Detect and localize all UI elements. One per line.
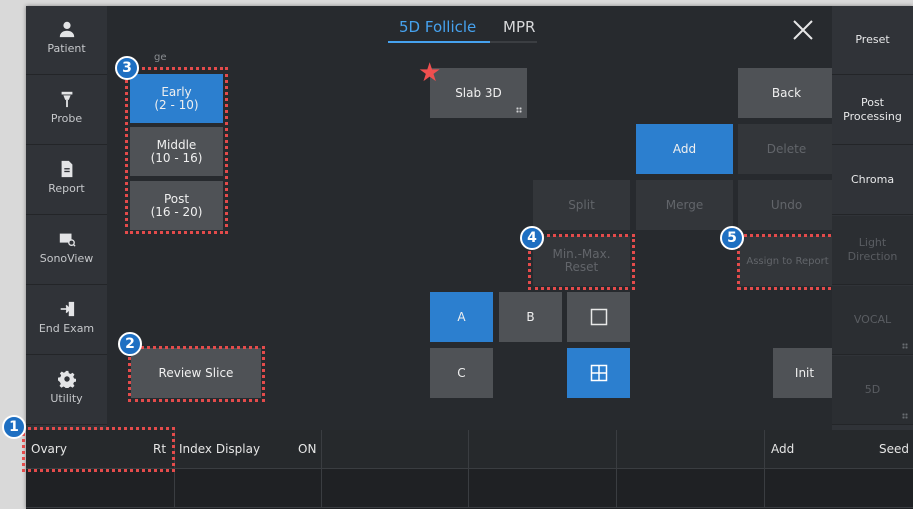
callout-badge-2: 2 (118, 332, 142, 356)
add-button[interactable]: Add (636, 124, 733, 174)
review-slice-button[interactable]: Review Slice (131, 348, 261, 398)
5d-button[interactable]: 5D (832, 356, 913, 425)
sidebar-item-end-exam[interactable]: End Exam (26, 286, 107, 355)
grip-icon (902, 343, 908, 349)
empty-cell (617, 430, 765, 469)
index-display-label: Index Display (179, 442, 261, 456)
tab-underline (388, 41, 537, 43)
empty-cell (175, 469, 322, 508)
min-max-reset-button[interactable]: Min.-Max. Reset (533, 236, 630, 286)
assign-to-report-button[interactable]: Assign to Report (739, 236, 836, 286)
post-processing-button[interactable]: Post Processing (832, 76, 913, 145)
empty-cell (617, 469, 765, 508)
view-c-button[interactable]: C (430, 348, 493, 398)
chroma-button[interactable]: Chroma (832, 146, 913, 215)
left-sidebar: Patient Probe Report SonoView End Exam U… (26, 6, 107, 430)
person-icon (58, 20, 76, 38)
delete-button[interactable]: Delete (738, 124, 835, 174)
star-icon: ★ (418, 58, 442, 88)
slab-3d-button[interactable]: Slab 3D (430, 68, 527, 118)
square-icon (590, 308, 607, 326)
sidebar-item-label: Report (48, 182, 85, 195)
grip-icon (516, 107, 522, 113)
sidebar-item-sonoview[interactable]: SonoView (26, 216, 107, 285)
empty-cell (322, 430, 469, 469)
split-button[interactable]: Split (533, 180, 630, 230)
callout-badge-5: 5 (720, 226, 744, 250)
empty-cell (469, 469, 617, 508)
empty-cell (322, 469, 469, 508)
stage-post-button[interactable]: Post (16 - 20) (130, 181, 223, 230)
tab-mpr[interactable]: MPR (503, 18, 535, 36)
ovary-value: Rt (153, 442, 167, 456)
sidebar-item-label: Probe (50, 112, 83, 125)
ovary-cell[interactable]: Ovary Rt (26, 430, 175, 469)
back-button[interactable]: Back (738, 68, 835, 118)
gear-icon (57, 370, 76, 390)
close-button[interactable] (791, 18, 815, 42)
seed-label: Seed (879, 442, 909, 456)
vocal-button[interactable]: VOCAL (832, 286, 913, 355)
vocal-label: VOCAL (853, 313, 892, 326)
sonoview-icon (58, 230, 76, 248)
grip-icon (902, 413, 908, 419)
quad-grid-icon (590, 364, 607, 382)
sidebar-item-probe[interactable]: Probe (26, 76, 107, 145)
index-display-value: ON (298, 442, 317, 456)
init-button[interactable]: Init (773, 348, 836, 398)
callout-badge-4: 4 (520, 226, 544, 250)
merge-button[interactable]: Merge (636, 180, 733, 230)
sidebar-item-report[interactable]: Report (26, 146, 107, 215)
sidebar-item-patient[interactable]: Patient (26, 6, 107, 75)
main-panel: 5D Follicle MPR ge Early (2 - 10) Middle… (107, 6, 839, 430)
stage-middle-button[interactable]: Middle (10 - 16) (130, 127, 223, 176)
probe-icon (58, 90, 76, 108)
app-window: Patient Probe Report SonoView End Exam U… (26, 6, 913, 509)
add-seed-cell[interactable]: Add Seed (765, 430, 913, 469)
undo-button[interactable]: Undo (738, 180, 835, 230)
stage-label: ge (154, 52, 167, 63)
quad-layout-button[interactable] (567, 348, 630, 398)
light-direction-button[interactable]: Light Direction (832, 216, 913, 285)
sidebar-item-label: SonoView (39, 252, 94, 265)
exit-icon (58, 300, 76, 318)
view-a-button[interactable]: A (430, 292, 493, 342)
preset-button[interactable]: Preset (832, 6, 913, 75)
single-layout-button[interactable] (567, 292, 630, 342)
index-display-cell[interactable]: Index Display ON (175, 430, 322, 469)
view-b-button[interactable]: B (499, 292, 562, 342)
add-label: Add (771, 442, 795, 456)
document-icon (58, 160, 76, 178)
5d-label: 5D (864, 383, 881, 396)
callout-badge-3: 3 (115, 56, 139, 80)
empty-cell (469, 430, 617, 469)
right-sidebar: Preset Post Processing Chroma Light Dire… (832, 6, 913, 430)
sidebar-item-label: End Exam (38, 322, 95, 335)
sidebar-item-utility[interactable]: Utility (26, 356, 107, 425)
sidebar-item-label: Patient (47, 42, 86, 55)
ovary-label: Ovary (31, 442, 67, 456)
close-icon (793, 20, 813, 40)
empty-cell (765, 469, 913, 508)
slab-3d-label: Slab 3D (455, 85, 502, 100)
tab-5d-follicle[interactable]: 5D Follicle (399, 18, 476, 36)
stage-early-button[interactable]: Early (2 - 10) (130, 74, 223, 123)
bottom-bar: Ovary Rt Index Display ON Add Seed (26, 430, 913, 509)
callout-badge-1: 1 (2, 415, 26, 439)
empty-cell (26, 469, 175, 508)
sidebar-item-label: Utility (50, 392, 83, 405)
